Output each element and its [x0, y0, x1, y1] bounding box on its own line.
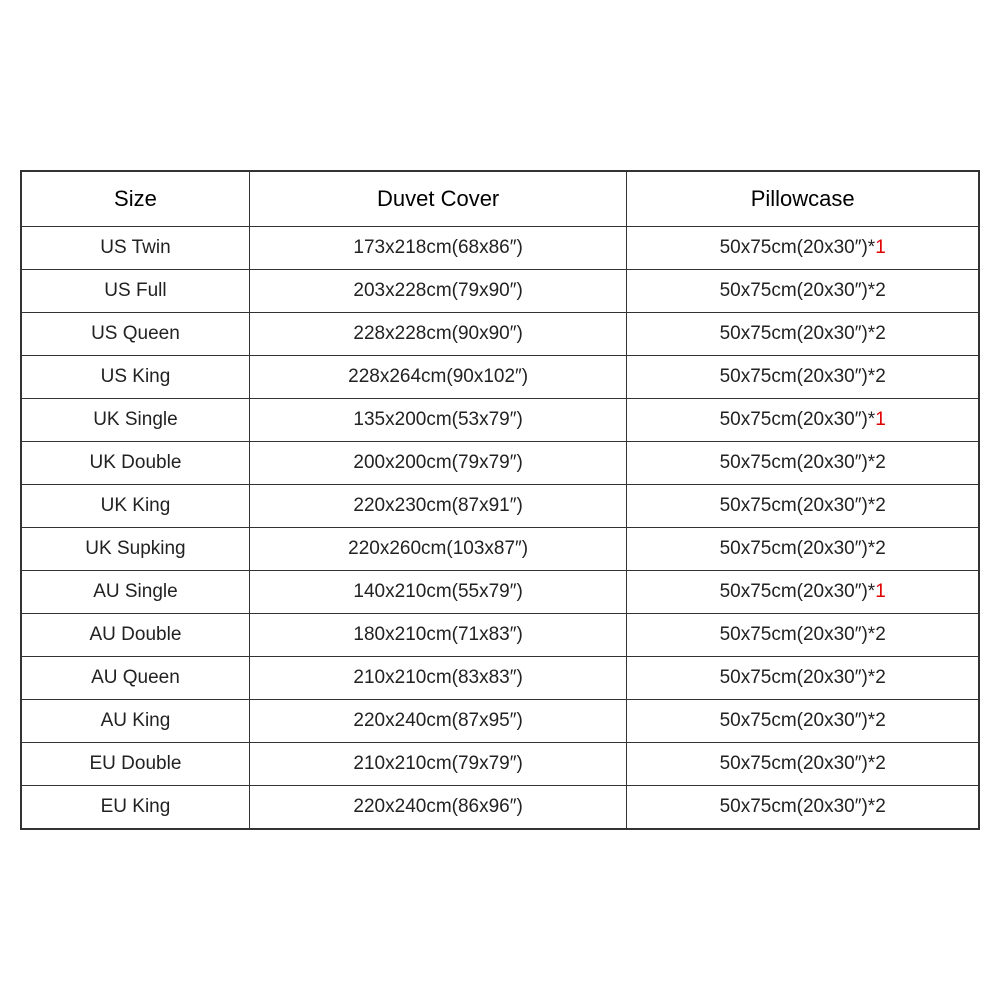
table-row: AU Single140x210cm(55x79″)50x75cm(20x30″… — [22, 571, 979, 614]
cell-pillowcase: 50x75cm(20x30″)*2 — [627, 743, 979, 786]
cell-pillowcase: 50x75cm(20x30″)*2 — [627, 270, 979, 313]
cell-duvet: 220x240cm(87x95″) — [249, 700, 626, 743]
cell-pillowcase: 50x75cm(20x30″)*2 — [627, 442, 979, 485]
table-row: US Full203x228cm(79x90″)50x75cm(20x30″)*… — [22, 270, 979, 313]
cell-size: EU King — [22, 786, 250, 829]
cell-duvet: 210x210cm(83x83″) — [249, 657, 626, 700]
cell-duvet: 203x228cm(79x90″) — [249, 270, 626, 313]
cell-pillowcase: 50x75cm(20x30″)*2 — [627, 700, 979, 743]
cell-duvet: 140x210cm(55x79″) — [249, 571, 626, 614]
cell-duvet: 228x228cm(90x90″) — [249, 313, 626, 356]
cell-duvet: 180x210cm(71x83″) — [249, 614, 626, 657]
cell-duvet: 200x200cm(79x79″) — [249, 442, 626, 485]
table-row: UK Double200x200cm(79x79″)50x75cm(20x30″… — [22, 442, 979, 485]
table-row: EU Double210x210cm(79x79″)50x75cm(20x30″… — [22, 743, 979, 786]
table-header-row: Size Duvet Cover Pillowcase — [22, 172, 979, 227]
cell-duvet: 220x230cm(87x91″) — [249, 485, 626, 528]
header-size: Size — [22, 172, 250, 227]
cell-pillowcase: 50x75cm(20x30″)*1 — [627, 399, 979, 442]
cell-pillowcase: 50x75cm(20x30″)*2 — [627, 313, 979, 356]
table-row: US Queen228x228cm(90x90″)50x75cm(20x30″)… — [22, 313, 979, 356]
size-chart-table: Size Duvet Cover Pillowcase US Twin173x2… — [21, 171, 979, 829]
cell-size: US Full — [22, 270, 250, 313]
cell-pillowcase: 50x75cm(20x30″)*2 — [627, 356, 979, 399]
table-row: US King228x264cm(90x102″)50x75cm(20x30″)… — [22, 356, 979, 399]
cell-size: US King — [22, 356, 250, 399]
table-row: US Twin173x218cm(68x86″)50x75cm(20x30″)*… — [22, 227, 979, 270]
table-row: AU King220x240cm(87x95″)50x75cm(20x30″)*… — [22, 700, 979, 743]
table-row: UK King220x230cm(87x91″)50x75cm(20x30″)*… — [22, 485, 979, 528]
cell-pillowcase: 50x75cm(20x30″)*2 — [627, 786, 979, 829]
cell-pillowcase: 50x75cm(20x30″)*2 — [627, 528, 979, 571]
cell-pillowcase: 50x75cm(20x30″)*2 — [627, 657, 979, 700]
cell-duvet: 173x218cm(68x86″) — [249, 227, 626, 270]
cell-size: AU Single — [22, 571, 250, 614]
cell-pillowcase: 50x75cm(20x30″)*2 — [627, 485, 979, 528]
cell-size: AU Queen — [22, 657, 250, 700]
cell-size: AU King — [22, 700, 250, 743]
cell-pillowcase: 50x75cm(20x30″)*1 — [627, 571, 979, 614]
cell-duvet: 228x264cm(90x102″) — [249, 356, 626, 399]
header-pillowcase: Pillowcase — [627, 172, 979, 227]
size-chart-container: Size Duvet Cover Pillowcase US Twin173x2… — [20, 170, 980, 830]
header-duvet: Duvet Cover — [249, 172, 626, 227]
cell-size: US Twin — [22, 227, 250, 270]
cell-duvet: 135x200cm(53x79″) — [249, 399, 626, 442]
cell-size: US Queen — [22, 313, 250, 356]
cell-duvet: 210x210cm(79x79″) — [249, 743, 626, 786]
cell-duvet: 220x260cm(103x87″) — [249, 528, 626, 571]
table-row: AU Double180x210cm(71x83″)50x75cm(20x30″… — [22, 614, 979, 657]
table-row: EU King220x240cm(86x96″)50x75cm(20x30″)*… — [22, 786, 979, 829]
cell-size: UK Double — [22, 442, 250, 485]
table-row: UK Single135x200cm(53x79″)50x75cm(20x30″… — [22, 399, 979, 442]
cell-size: UK Supking — [22, 528, 250, 571]
table-row: UK Supking220x260cm(103x87″)50x75cm(20x3… — [22, 528, 979, 571]
cell-pillowcase: 50x75cm(20x30″)*2 — [627, 614, 979, 657]
cell-pillowcase: 50x75cm(20x30″)*1 — [627, 227, 979, 270]
cell-duvet: 220x240cm(86x96″) — [249, 786, 626, 829]
cell-size: AU Double — [22, 614, 250, 657]
cell-size: EU Double — [22, 743, 250, 786]
table-row: AU Queen210x210cm(83x83″)50x75cm(20x30″)… — [22, 657, 979, 700]
cell-size: UK Single — [22, 399, 250, 442]
cell-size: UK King — [22, 485, 250, 528]
